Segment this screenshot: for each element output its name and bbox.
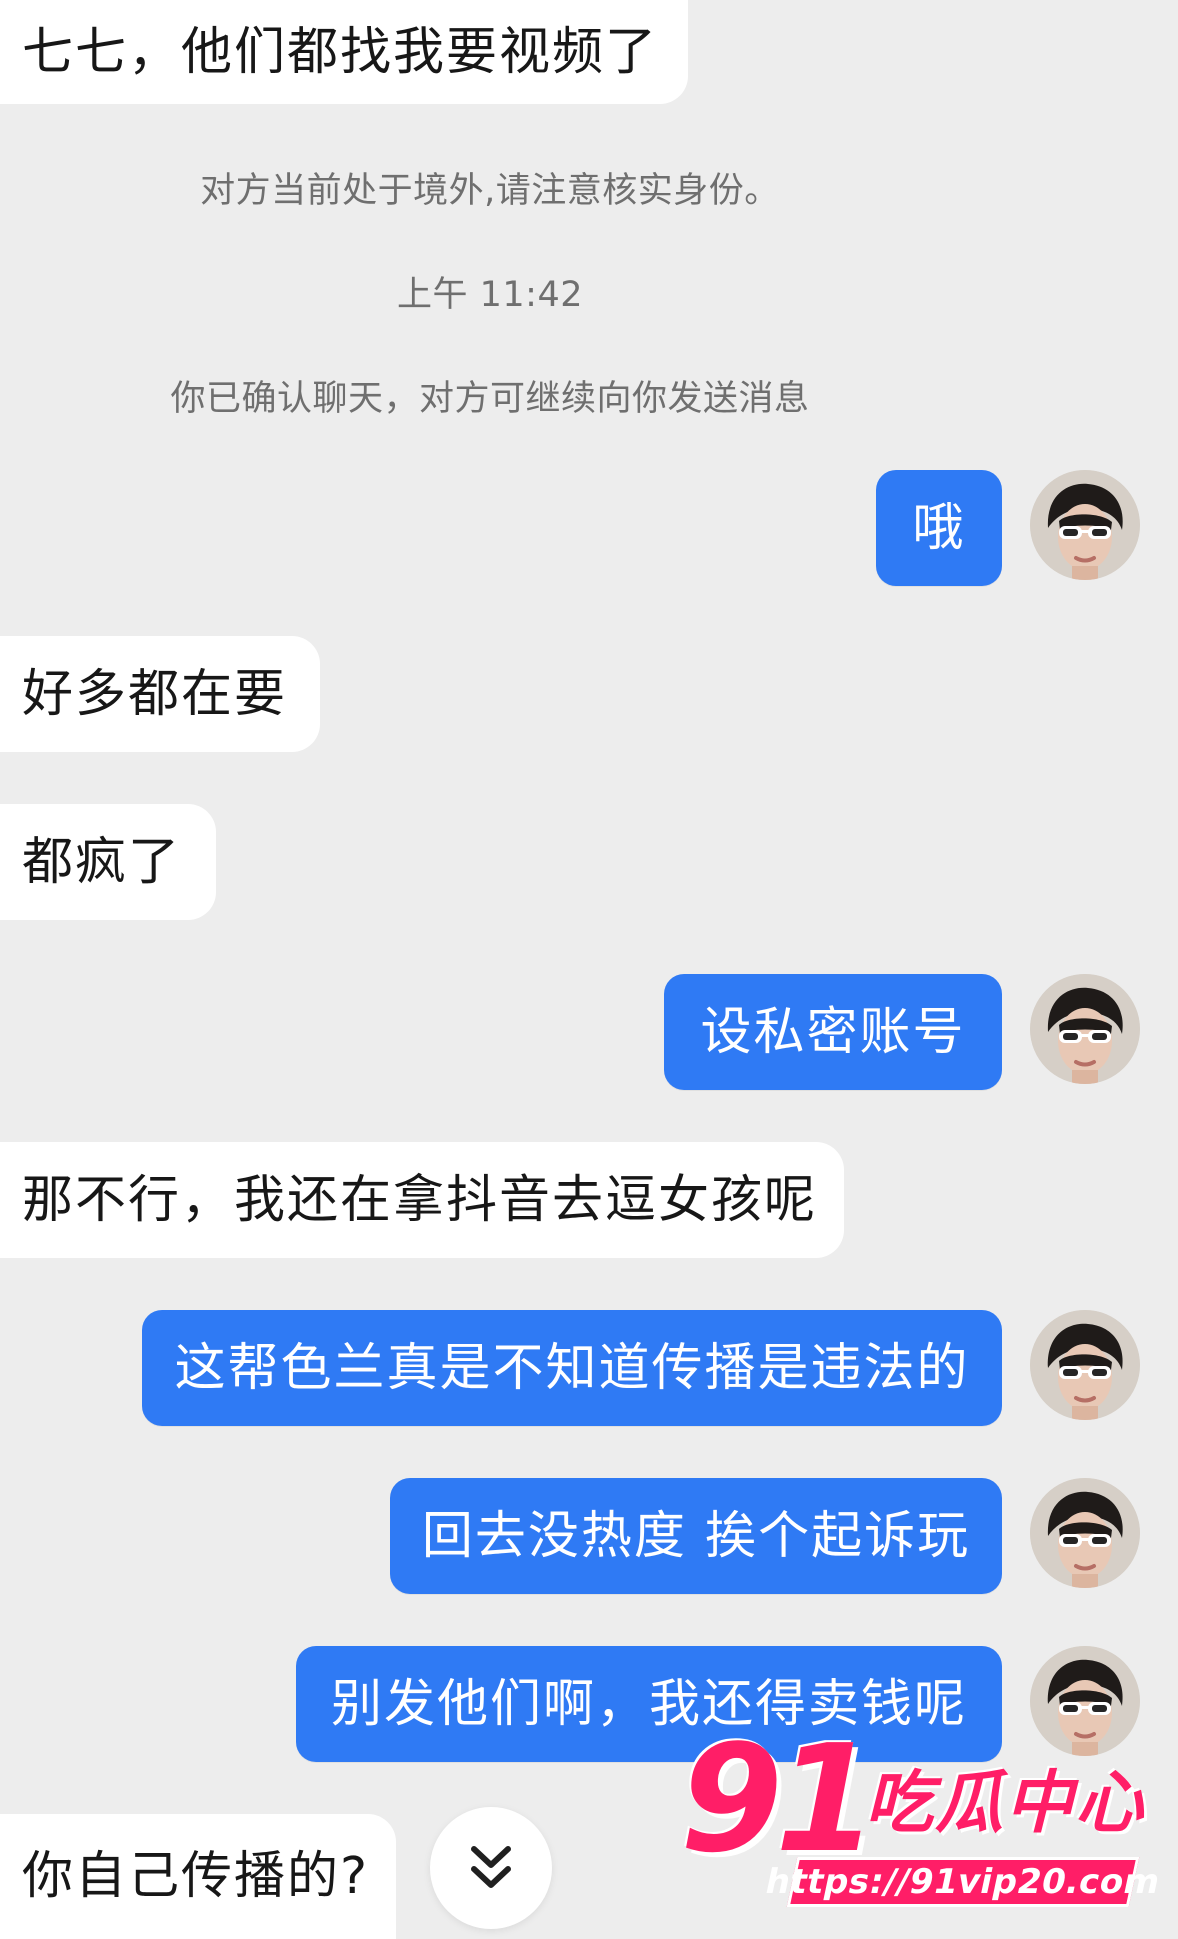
message-incoming[interactable]: 你自己传播的? xyxy=(0,1814,396,1939)
message-incoming[interactable]: 好多都在要 xyxy=(0,636,320,752)
watermark-url: https://91vip20.com xyxy=(762,1857,1164,1907)
avatar-photo-icon xyxy=(1030,974,1140,1084)
message-outgoing[interactable]: 设私密账号 xyxy=(664,974,1002,1090)
message-outgoing[interactable]: 这帮色兰真是不知道传播是违法的 xyxy=(142,1310,1002,1426)
avatar[interactable] xyxy=(1030,470,1140,580)
double-chevron-down-icon xyxy=(471,1846,511,1888)
avatar-photo-icon xyxy=(1030,1478,1140,1588)
message-text: 回去没热度 挨个起诉玩 xyxy=(421,1506,971,1566)
chat-confirmed-notice: 你已确认聊天，对方可继续向你发送消息 xyxy=(170,379,810,419)
scroll-to-bottom-button[interactable] xyxy=(430,1807,552,1929)
message-text: 别发他们啊，我还得卖钱呢 xyxy=(331,1674,968,1734)
message-text: 七七，他们都找我要视频了 xyxy=(22,22,659,82)
avatar[interactable] xyxy=(1030,1646,1140,1756)
message-incoming[interactable]: 那不行，我还在拿抖音去逗女孩呢 xyxy=(0,1142,844,1258)
avatar-photo-icon xyxy=(1030,1646,1140,1756)
message-outgoing[interactable]: 哦 xyxy=(876,470,1002,586)
message-text: 哦 xyxy=(912,498,966,558)
avatar-photo-icon xyxy=(1030,1310,1140,1420)
message-incoming[interactable]: 都疯了 xyxy=(0,804,216,920)
message-text: 那不行，我还在拿抖音去逗女孩呢 xyxy=(22,1170,818,1230)
location-notice: 对方当前处于境外,请注意核实身份。 xyxy=(200,171,780,211)
message-text: 这帮色兰真是不知道传播是违法的 xyxy=(174,1338,970,1398)
message-incoming[interactable]: 七七，他们都找我要视频了 xyxy=(0,0,688,104)
message-text: 你自己传播的? xyxy=(22,1847,370,1906)
message-outgoing[interactable]: 回去没热度 挨个起诉玩 xyxy=(390,1478,1002,1594)
message-text: 设私密账号 xyxy=(700,1002,966,1062)
avatar[interactable] xyxy=(1030,1310,1140,1420)
message-outgoing[interactable]: 别发他们啊，我还得卖钱呢 xyxy=(296,1646,1002,1762)
avatar-photo-icon xyxy=(1030,470,1140,580)
message-text: 都疯了 xyxy=(22,832,182,892)
message-timestamp: 上午 11:42 xyxy=(397,275,583,315)
message-text: 好多都在要 xyxy=(22,664,288,724)
avatar[interactable] xyxy=(1030,1478,1140,1588)
avatar[interactable] xyxy=(1030,974,1140,1084)
